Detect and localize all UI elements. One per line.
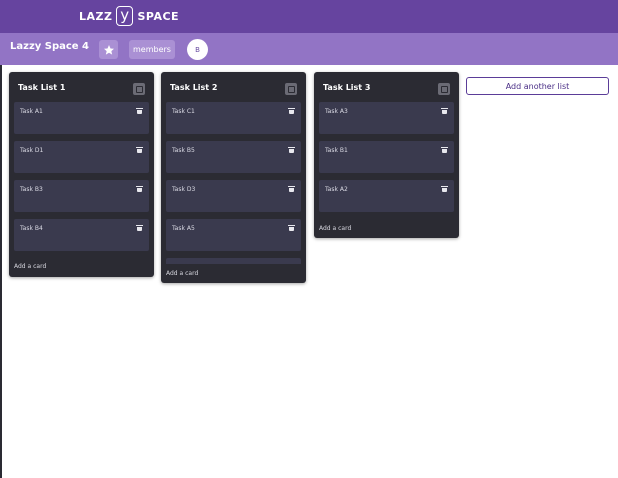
trash-icon[interactable] [288,186,295,192]
members-button[interactable]: members [129,40,175,59]
card-label: Task D1 [20,147,44,154]
card[interactable]: Task D1 [14,141,149,173]
app-logo[interactable]: LAZZ y SPACE [79,5,179,27]
card[interactable]: Task A2 [319,180,454,212]
card-label: Task B1 [325,147,348,154]
list-menu-icon[interactable] [133,83,145,95]
card-container: Task A1 Task D1 Task B3 Task B4 [14,102,149,257]
card[interactable]: Task A3 [319,102,454,134]
trash-icon[interactable] [136,225,143,231]
add-card-button[interactable]: Add a card [319,225,351,232]
top-navbar: LAZZ y SPACE [0,0,618,33]
card-label: Task A3 [325,108,348,115]
task-list-2: Task List 2 Task C1 Task B5 Task D3 Task… [161,72,306,283]
list-menu-icon[interactable] [438,83,450,95]
add-list-button[interactable]: Add another list [466,77,609,95]
space-title: Lazzy Space 4 [10,41,90,52]
task-list-3: Task List 3 Task A3 Task B1 Task A2 Add … [314,72,459,238]
add-card-button[interactable]: Add a card [166,270,198,277]
list-menu-icon[interactable] [285,83,297,95]
card[interactable]: Task B5 [166,141,301,173]
card[interactable]: Task A5 [166,219,301,251]
avatar[interactable]: B [187,39,208,60]
trash-icon[interactable] [288,108,295,114]
card[interactable]: Task B4 [14,219,149,251]
trash-icon[interactable] [136,108,143,114]
trash-icon[interactable] [441,108,448,114]
card-container: Task A3 Task B1 Task A2 [319,102,454,219]
list-title: Task List 1 [18,83,66,92]
card-label: Task A1 [20,108,43,115]
trash-icon[interactable] [136,186,143,192]
card[interactable] [166,258,301,264]
trash-icon[interactable] [288,147,295,153]
task-list-1: Task List 1 Task A1 Task D1 Task B3 Task… [9,72,154,277]
card-label: Task D3 [172,186,196,193]
card[interactable]: Task C1 [166,102,301,134]
space-toolbar: Lazzy Space 4 [0,33,618,65]
card-label: Task B4 [20,225,43,232]
star-button[interactable] [99,40,118,59]
card[interactable]: Task D3 [166,180,301,212]
star-icon [103,44,114,55]
list-title: Task List 3 [323,83,371,92]
trash-icon[interactable] [441,186,448,192]
card-label: Task A2 [325,186,348,193]
card-label: Task A5 [172,225,195,232]
card[interactable]: Task A1 [14,102,149,134]
card[interactable]: Task B3 [14,180,149,212]
card-container: Task C1 Task B5 Task D3 Task A5 [166,102,301,264]
logo-text-right: SPACE [137,9,180,23]
card-label: Task B3 [20,186,43,193]
trash-icon[interactable] [441,147,448,153]
card-label: Task C1 [172,108,195,115]
trash-icon[interactable] [288,225,295,231]
add-card-button[interactable]: Add a card [14,263,46,270]
card[interactable]: Task B1 [319,141,454,173]
logo-mark: y [116,6,134,26]
logo-text-left: LAZZ [79,9,113,23]
window-edge [0,0,2,478]
trash-icon[interactable] [136,147,143,153]
card-label: Task B5 [172,147,195,154]
list-title: Task List 2 [170,83,218,92]
